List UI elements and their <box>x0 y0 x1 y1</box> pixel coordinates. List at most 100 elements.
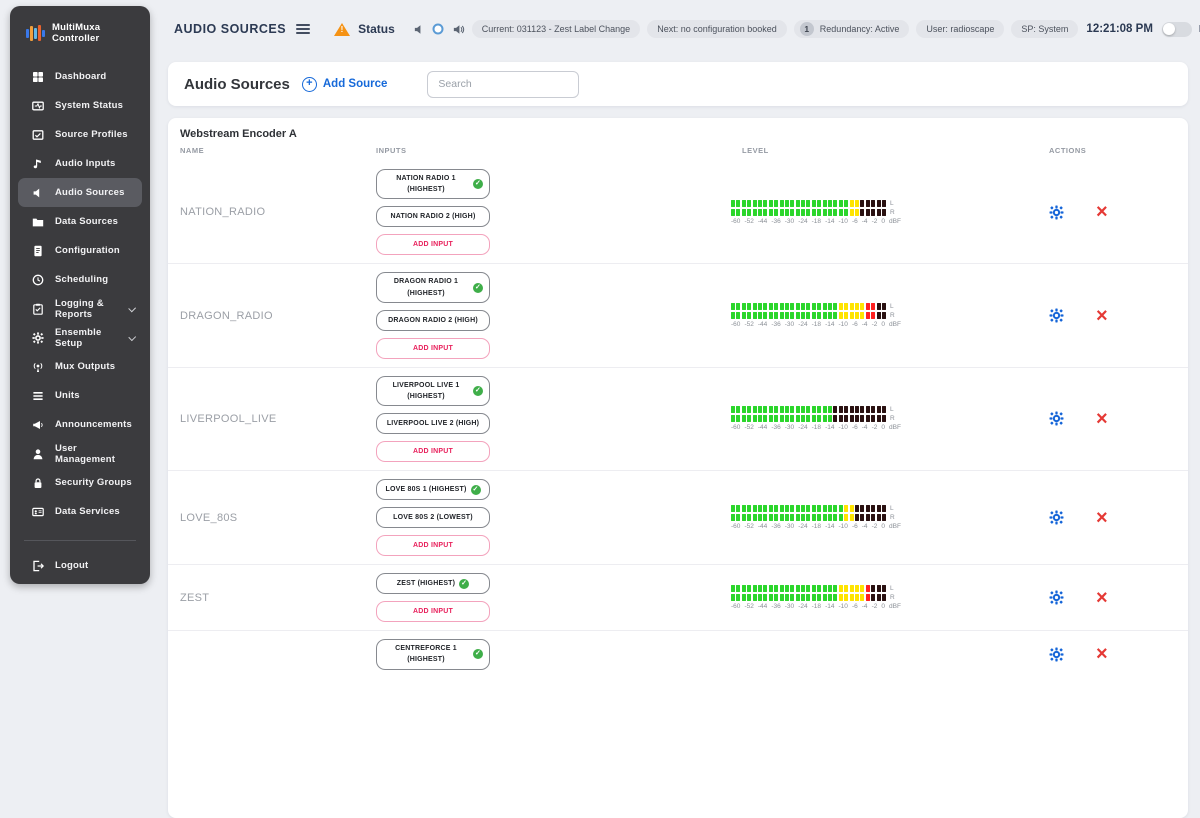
scale-tick: dBF <box>889 218 901 225</box>
meter-segment <box>769 505 773 512</box>
meter-segment <box>785 303 789 310</box>
volume-high-icon[interactable] <box>452 23 465 36</box>
sidebar-item-source-profiles[interactable]: Source Profiles <box>18 120 142 149</box>
settings-gear-icon[interactable] <box>1049 590 1064 605</box>
add-input-button[interactable]: ADD INPUT <box>376 338 490 359</box>
meter-segments <box>731 505 886 512</box>
inputs-cell: DRAGON RADIO 1 (HIGHEST)✓ DRAGON RADIO 2 … <box>376 272 731 358</box>
sidebar-item-data-services[interactable]: Data Services <box>18 497 142 526</box>
sidebar-item-data-sources[interactable]: Data Sources <box>18 207 142 236</box>
delete-icon[interactable]: × <box>1096 510 1108 526</box>
meter-segment <box>742 303 746 310</box>
meter-segment <box>828 505 832 512</box>
meter-segment <box>780 303 784 310</box>
input-button[interactable]: DRAGON RADIO 1 (HIGHEST)✓ <box>376 272 490 302</box>
scale-tick: -36 <box>771 523 780 530</box>
sidebar-item-security-groups[interactable]: Security Groups <box>18 468 142 497</box>
meter-segment <box>844 514 848 521</box>
input-button[interactable]: NATION RADIO 2 (HIGH) <box>376 206 490 227</box>
meter-segment <box>758 594 762 601</box>
sidebar-item-units[interactable]: Units <box>18 381 142 410</box>
meter-segment <box>860 585 864 592</box>
input-button[interactable]: NATION RADIO 1 (HIGHEST)✓ <box>376 169 490 199</box>
delete-icon[interactable]: × <box>1096 590 1108 606</box>
sidebar-item-announcements[interactable]: Announcements <box>18 410 142 439</box>
input-button[interactable]: DRAGON RADIO 2 (HIGH) <box>376 310 490 331</box>
input-button[interactable]: LOVE 80S 2 (LOWEST) <box>376 507 490 528</box>
scale-tick: -52 <box>744 218 753 225</box>
input-button[interactable]: CENTREFORCE 1 (HIGHEST)✓ <box>376 639 490 669</box>
meter-segment <box>877 505 881 512</box>
meter-segment <box>877 594 881 601</box>
meter-segment <box>860 415 864 422</box>
meter-scale: -60-52-44-36-30-24-18-14-10-6-4-20dBF <box>731 523 901 530</box>
meter-segment <box>871 505 875 512</box>
search-input[interactable] <box>427 71 579 98</box>
channel-label: R <box>890 594 895 601</box>
sidebar-item-mux-outputs[interactable]: Mux Outputs <box>18 352 142 381</box>
meter-segment <box>866 209 870 216</box>
meter-segment <box>850 406 854 413</box>
input-button[interactable]: LOVE 80S 1 (HIGHEST)✓ <box>376 479 490 500</box>
volume-slider-knob[interactable] <box>432 24 443 35</box>
settings-gear-icon[interactable] <box>1049 205 1064 220</box>
settings-gear-icon[interactable] <box>1049 510 1064 525</box>
sidebar-item-logout[interactable]: Logout <box>18 551 142 580</box>
settings-gear-icon[interactable] <box>1049 308 1064 323</box>
delete-icon[interactable]: × <box>1096 308 1108 324</box>
scale-tick: -24 <box>798 523 807 530</box>
meter-segment <box>866 505 870 512</box>
volume-low-icon[interactable] <box>413 23 426 36</box>
meter-segment <box>839 406 843 413</box>
add-input-button[interactable]: ADD INPUT <box>376 441 490 462</box>
check-icon: ✓ <box>473 386 483 396</box>
actions-cell: × <box>1041 308 1188 324</box>
meter-segments <box>731 514 886 521</box>
scale-tick: -14 <box>825 603 834 610</box>
meter-segment <box>823 505 827 512</box>
meter-segment <box>844 505 848 512</box>
sidebar-item-dashboard[interactable]: Dashboard <box>18 62 142 91</box>
meter-segment <box>747 415 751 422</box>
input-button[interactable]: LIVERPOOL LIVE 2 (HIGH) <box>376 413 490 434</box>
add-input-button[interactable]: ADD INPUT <box>376 601 490 622</box>
meter-segment <box>736 505 740 512</box>
settings-gear-icon[interactable] <box>1049 411 1064 426</box>
meter-segment <box>833 303 837 310</box>
sidebar-item-configuration[interactable]: Configuration <box>18 236 142 265</box>
settings-gear-icon[interactable] <box>1049 647 1064 662</box>
sidebar-item-system-status[interactable]: System Status <box>18 91 142 120</box>
meter-segment <box>839 209 843 216</box>
meter-segment <box>850 415 854 422</box>
meter-segment <box>736 312 740 319</box>
actions-cell: × <box>1041 204 1188 220</box>
sidebar-item-logging-reports[interactable]: Logging & Reports <box>18 294 142 323</box>
sidebar-item-label: Scheduling <box>55 274 108 285</box>
meter-segment <box>742 514 746 521</box>
delete-icon[interactable]: × <box>1096 411 1108 427</box>
meter-segment <box>731 585 735 592</box>
add-source-button[interactable]: Add Source <box>302 77 388 92</box>
sidebar-item-scheduling[interactable]: Scheduling <box>18 265 142 294</box>
scale-tick: -36 <box>771 603 780 610</box>
meter-segment <box>823 303 827 310</box>
sidebar-item-audio-inputs[interactable]: Audio Inputs <box>18 149 142 178</box>
sidebar-item-ensemble-setup[interactable]: Ensemble Setup <box>18 323 142 352</box>
delete-icon[interactable]: × <box>1096 646 1108 662</box>
add-input-button[interactable]: ADD INPUT <box>376 535 490 556</box>
current-config-text: Current: 031123 - Zest Label Change <box>482 24 630 34</box>
group-title: Webstream Encoder A <box>168 118 1188 142</box>
sidebar-item-label: Source Profiles <box>55 129 128 140</box>
input-button[interactable]: LIVERPOOL LIVE 1 (HIGHEST)✓ <box>376 376 490 406</box>
sidebar-item-audio-sources[interactable]: Audio Sources <box>18 178 142 207</box>
menu-icon[interactable] <box>296 24 310 35</box>
input-button-label: DRAGON RADIO 2 (HIGH) <box>388 315 478 326</box>
chevron-down-icon <box>129 304 136 311</box>
meter-segment <box>790 406 794 413</box>
sidebar-item-user-management[interactable]: User Management <box>18 439 142 468</box>
add-input-button[interactable]: ADD INPUT <box>376 234 490 255</box>
meter-segment <box>828 594 832 601</box>
delete-icon[interactable]: × <box>1096 204 1108 220</box>
meter-segments <box>731 209 886 216</box>
dark-mode-toggle[interactable] <box>1162 22 1192 37</box>
